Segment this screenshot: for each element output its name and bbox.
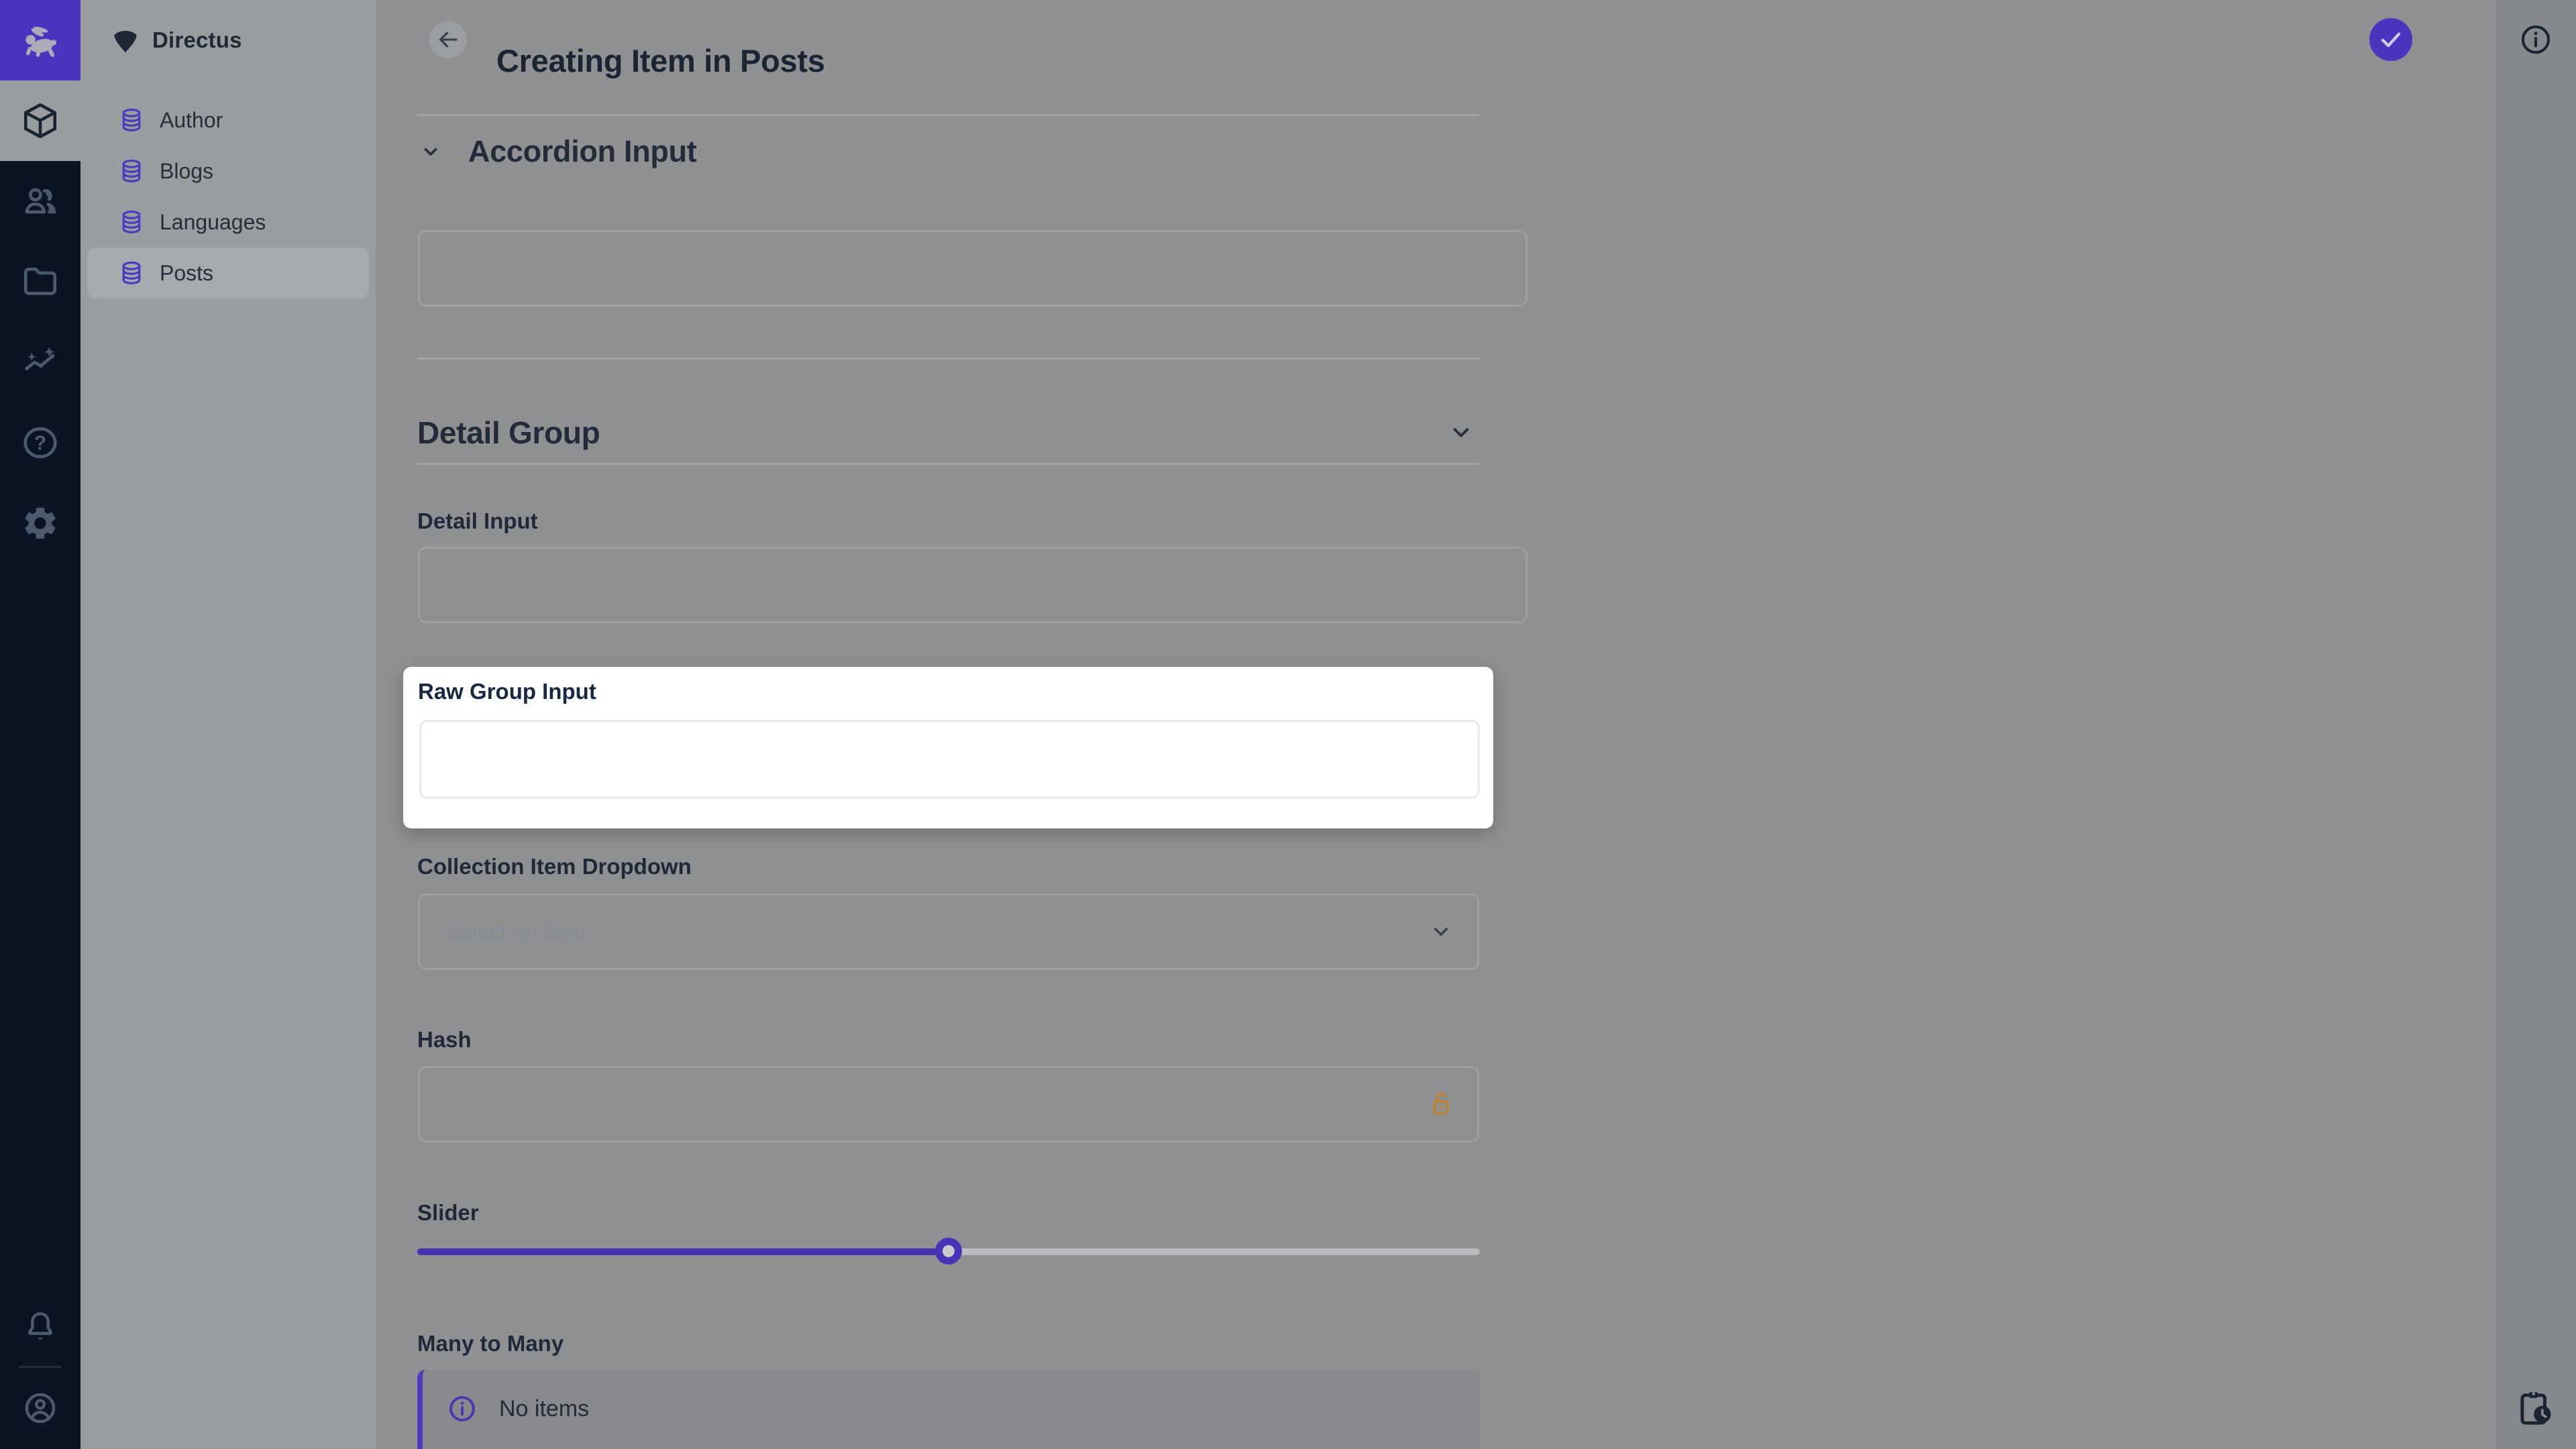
collections-nav: Directus Author Blogs xyxy=(80,0,376,1449)
vertical-dots-icon xyxy=(2423,26,2450,53)
info-icon xyxy=(2518,22,2553,57)
gem-fan-icon xyxy=(110,25,141,56)
file-library-folder-icon xyxy=(21,262,60,301)
hash-input-field[interactable] xyxy=(418,1066,1479,1142)
slider-track[interactable] xyxy=(417,1248,1480,1255)
accordion-input-label: Accordion Input xyxy=(468,134,696,169)
chevron-down-icon xyxy=(1428,918,1454,945)
directus-logo-button[interactable] xyxy=(0,0,80,80)
pending-actions-icon xyxy=(2514,1388,2556,1430)
empty-state-text: No items xyxy=(499,1396,589,1422)
module-settings[interactable] xyxy=(0,483,80,564)
module-bar: ? xyxy=(0,0,80,1449)
info-sidebar-button[interactable] xyxy=(2518,22,2553,57)
divider xyxy=(417,114,1480,116)
collection-item-dropdown[interactable]: Select an item... xyxy=(418,894,1479,970)
project-header[interactable]: Directus xyxy=(80,0,376,80)
account-button[interactable] xyxy=(0,1368,80,1448)
database-icon xyxy=(118,158,145,184)
collection-item-dropdown-label: Collection Item Dropdown xyxy=(417,854,692,879)
directus-app: ? Directus xyxy=(0,0,2576,1449)
more-options-button[interactable] xyxy=(2423,26,2450,53)
module-file-library[interactable] xyxy=(0,241,80,322)
accordion-input-header[interactable]: Accordion Input xyxy=(417,134,696,169)
module-content[interactable] xyxy=(0,80,80,161)
detail-input-label: Detail Input xyxy=(417,508,538,534)
check-icon xyxy=(2377,26,2404,53)
account-avatar-icon xyxy=(21,1389,59,1427)
divider xyxy=(417,463,1480,465)
sidebar-item-label: Languages xyxy=(160,210,266,235)
many-to-many-label: Many to Many xyxy=(417,1331,564,1356)
help-docs-icon: ? xyxy=(21,423,60,462)
accordion-input-field[interactable] xyxy=(418,230,1527,307)
sidebar-item-author[interactable]: Author xyxy=(87,95,369,146)
many-to-many-empty-notice: No items xyxy=(417,1370,1480,1449)
sidebar-item-posts[interactable]: Posts xyxy=(87,248,369,299)
detail-group-label: Detail Group xyxy=(417,415,600,451)
lock-open-icon xyxy=(1425,1088,1457,1120)
directus-logo-rabbit-icon xyxy=(18,18,62,62)
slider-fill xyxy=(417,1248,949,1255)
hash-label: Hash xyxy=(417,1027,472,1053)
database-icon xyxy=(118,107,145,133)
svg-text:?: ? xyxy=(34,433,46,455)
project-name: Directus xyxy=(152,28,242,53)
raw-group-input-field[interactable] xyxy=(419,720,1480,799)
sidebar-item-blogs[interactable]: Blogs xyxy=(87,146,369,197)
sidebar-item-label: Posts xyxy=(160,261,213,286)
raw-group-input-label: Raw Group Input xyxy=(418,679,596,704)
notifications-button[interactable] xyxy=(0,1287,80,1368)
right-sidebar-strip xyxy=(2496,0,2576,1449)
user-directory-icon xyxy=(21,182,60,221)
slider-label: Slider xyxy=(417,1200,479,1226)
divider xyxy=(417,358,1480,360)
detail-input-field[interactable] xyxy=(418,547,1527,623)
sidebar-item-languages[interactable]: Languages xyxy=(87,197,369,248)
save-button[interactable] xyxy=(2369,18,2412,61)
database-icon xyxy=(118,260,145,286)
raw-group-input-spotlight: Raw Group Input xyxy=(403,667,1493,828)
sidebar-item-label: Author xyxy=(160,108,223,133)
dropdown-placeholder: Select an item... xyxy=(445,919,604,945)
insights-chart-icon xyxy=(21,343,60,382)
sidebar-pending-actions-button[interactable] xyxy=(2514,1388,2556,1430)
content-module-cube-icon xyxy=(21,101,60,140)
slider-handle[interactable] xyxy=(935,1238,962,1265)
module-insights[interactable] xyxy=(0,322,80,402)
notifications-bell-icon xyxy=(21,1309,59,1346)
info-icon xyxy=(447,1393,478,1424)
settings-gear-icon xyxy=(21,504,60,543)
module-user-directory[interactable] xyxy=(0,161,80,241)
database-icon xyxy=(118,209,145,235)
chevron-down-icon xyxy=(1446,418,1476,447)
sidebar-item-label: Blogs xyxy=(160,159,213,184)
chevron-down-icon xyxy=(417,138,444,165)
detail-group-header[interactable]: Detail Group xyxy=(417,415,1480,451)
module-help[interactable]: ? xyxy=(0,402,80,483)
